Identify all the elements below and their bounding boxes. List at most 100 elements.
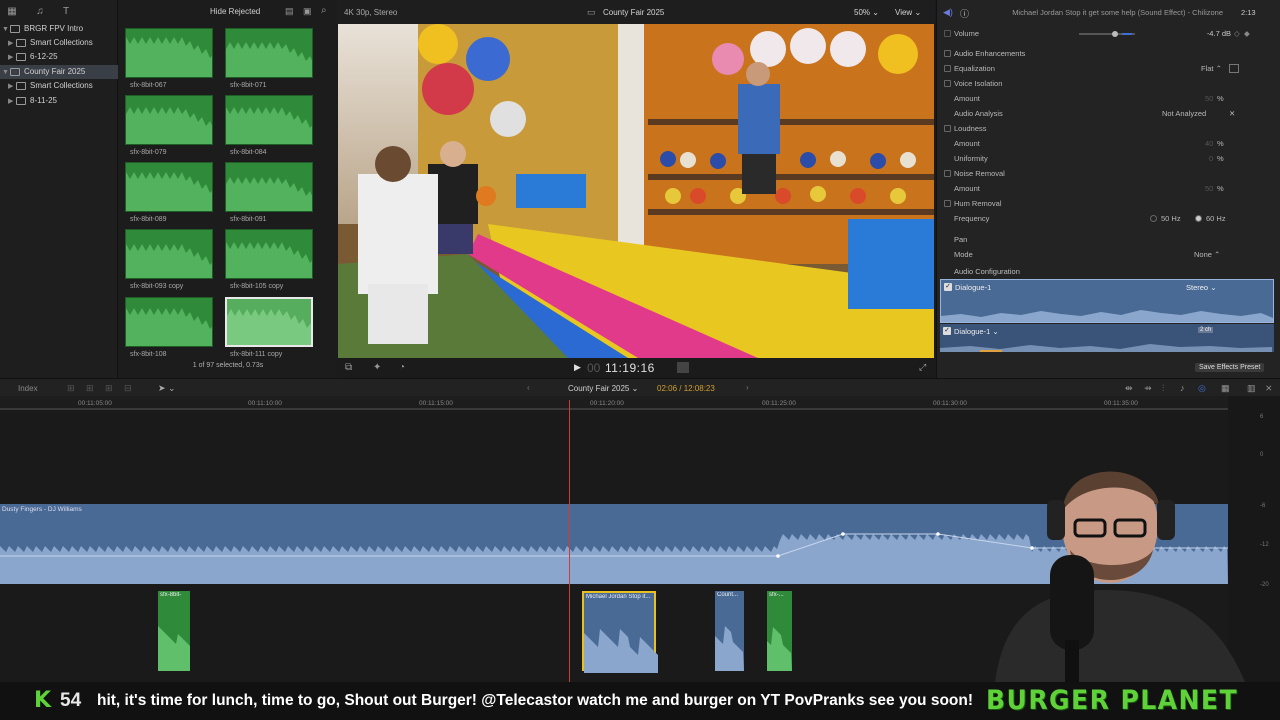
channel-format-dropdown[interactable]: Stereo ⌄ (1186, 283, 1216, 292)
uniformity-value[interactable]: 0 (1209, 151, 1213, 166)
audio-analysis-label: Audio Analysis (954, 109, 1003, 118)
eq-graph-icon[interactable] (1229, 64, 1239, 73)
clip-appearance-icon[interactable]: ▦ (1221, 383, 1230, 394)
info-icon[interactable]: ⓘ (960, 7, 969, 20)
playhead[interactable] (569, 400, 570, 682)
channel-2-checkbox[interactable]: ✓ (943, 327, 951, 335)
clip-waveform (226, 177, 312, 211)
effects-browser-icon[interactable]: ⨯ (1265, 383, 1273, 394)
channel-2-dropdown[interactable]: Dialogue-1 ⌄ (954, 327, 999, 336)
voice-isolation-amount[interactable]: 50 (1205, 91, 1213, 106)
speed-icon[interactable]: ◔ (399, 362, 405, 373)
channel-1-label: Dialogue-1 (955, 283, 992, 292)
browser-clip-label: sfx-8bit-111 copy (230, 351, 283, 358)
insert-clip-icon[interactable]: ⊞ (86, 383, 94, 394)
equalization-dropdown[interactable]: Flat ⌃ (1201, 61, 1222, 76)
event-icon (16, 96, 26, 105)
filmstrip-view-icon[interactable]: ▤ (285, 6, 294, 17)
clip-height-icon[interactable]: ⇹ (1125, 383, 1133, 394)
library-item-smart-collections[interactable]: ▶ Smart Collections (0, 36, 118, 50)
hide-rejected-filter[interactable]: Hide Rejected (210, 7, 260, 16)
loudness-amount[interactable]: 40 (1205, 136, 1213, 151)
sfx-timeline-clip[interactable]: sfx-... (767, 591, 792, 671)
skimming-icon[interactable]: ⫶ (1162, 383, 1164, 394)
library-item-event[interactable]: ▶ 8-11-25 (0, 94, 118, 108)
enhancements-checkbox[interactable] (944, 50, 951, 57)
kick-logo: K (34, 688, 52, 713)
fullscreen-icon[interactable]: ⤢ (919, 362, 926, 373)
solo-icon[interactable]: ◎ (1198, 383, 1206, 394)
sfx-timeline-clip[interactable]: Michael Jordan Stop it... (582, 591, 658, 673)
noise-removal-amount[interactable]: 50 (1205, 181, 1213, 196)
zoom-dropdown[interactable]: 50% ⌄ (854, 8, 879, 17)
viewer-count: 54 (60, 690, 82, 711)
play-button[interactable]: ▶ (574, 362, 581, 373)
amount-label: Amount (954, 139, 980, 148)
library-item-brgr[interactable]: ▼ BRGR FPV Intro (0, 22, 118, 36)
channel-1-checkbox[interactable]: ✓ (944, 283, 952, 291)
voice-isolation-checkbox[interactable] (944, 80, 951, 87)
freq-50-radio[interactable] (1150, 215, 1157, 222)
equalization-checkbox[interactable] (944, 65, 951, 72)
append-clip-icon[interactable]: ⊞ (105, 383, 113, 394)
hum-removal-checkbox[interactable] (944, 200, 951, 207)
percent-sign: % (1217, 139, 1224, 148)
freq-60-radio[interactable] (1195, 215, 1202, 222)
audio-config-label: Audio Configuration (954, 267, 1020, 276)
browser-clip-thumbnail[interactable] (225, 95, 313, 145)
browser-clip-thumbnail[interactable] (125, 95, 213, 145)
channel-strip-1[interactable]: ✓ Dialogue-1 Stereo ⌄ (940, 279, 1274, 323)
browser-clip-thumbnail[interactable] (225, 297, 313, 347)
select-tool-icon[interactable]: ➤ ⌄ (158, 383, 176, 394)
browser-clip-thumbnail[interactable] (125, 162, 213, 212)
audio-meters-icon[interactable]: ▥ (1247, 383, 1256, 394)
timeline-ruler[interactable]: 00:11:05:00 00:11:10:00 00:11:15:00 00:11:2… (0, 396, 1228, 410)
volume-checkbox[interactable] (944, 30, 951, 37)
browser-clip-thumbnail[interactable] (125, 28, 213, 78)
index-button[interactable]: Index (18, 384, 38, 393)
pan-mode-dropdown[interactable]: None ⌃ (1194, 247, 1220, 262)
back-arrow-icon[interactable]: ‹ (527, 383, 530, 392)
timeline-project-title[interactable]: County Fair 2025 ⌄ (568, 384, 638, 393)
loudness-checkbox[interactable] (944, 125, 951, 132)
browser-clip-label: sfx-8bit-105 copy (230, 283, 284, 290)
audio-inspector-icon[interactable]: ◀) (943, 7, 953, 18)
sfx-timeline-clip[interactable]: Count... (715, 591, 744, 671)
analyze-icon[interactable]: ✕ (1229, 106, 1235, 121)
connect-clip-icon[interactable]: ⊞ (67, 383, 75, 394)
sfx-timeline-clip[interactable]: sfx-8bit- (158, 591, 190, 671)
view-menu[interactable]: View ⌄ (895, 8, 921, 17)
hum-removal-row: Hum Removal (937, 196, 1280, 211)
keyframe-icon[interactable]: ◆ (1244, 26, 1250, 41)
forward-arrow-icon[interactable]: › (746, 383, 749, 392)
search-icon[interactable]: ⌕ (321, 5, 327, 16)
library-item-smart-collections[interactable]: ▶ Smart Collections (0, 79, 118, 93)
libraries-icon[interactable]: ▦ (6, 6, 18, 18)
reset-icon[interactable]: ◇ (1234, 26, 1240, 41)
timecode-display[interactable]: 11:19:16 (605, 361, 655, 375)
audio-skimming-icon[interactable]: ♪ (1180, 383, 1185, 393)
volume-slider-knob[interactable] (1112, 31, 1118, 37)
browser-clip-thumbnail[interactable] (225, 28, 313, 78)
viewer-frame[interactable] (338, 24, 934, 358)
transform-icon[interactable]: ⧉ (345, 362, 352, 373)
browser-clip-thumbnail[interactable] (225, 162, 313, 212)
library-item-county-fair[interactable]: ▼ County Fair 2025 (0, 65, 118, 79)
magic-wand-icon[interactable]: ✦ (373, 362, 381, 373)
volume-value[interactable]: -4.7 dB (1207, 26, 1231, 41)
sfx-clip-waveform (767, 627, 792, 671)
library-item-event[interactable]: ▶ 6-12-25 (0, 50, 118, 64)
channel-strip-2[interactable]: ✓ Dialogue-1 ⌄ 2 ch (940, 324, 1274, 352)
overwrite-clip-icon[interactable]: ⊟ (124, 383, 132, 394)
ruler-tick-label: 00:11:05:00 (78, 400, 112, 407)
browser-clip-thumbnail[interactable] (125, 297, 213, 347)
browser-clip-thumbnail[interactable] (225, 229, 313, 279)
library-icon (10, 67, 20, 76)
snapping-icon[interactable]: ⇸ (1144, 383, 1152, 394)
noise-removal-checkbox[interactable] (944, 170, 951, 177)
titles-generators-icon[interactable]: T (60, 6, 72, 18)
save-effects-preset-button[interactable]: Save Effects Preset (1195, 363, 1265, 372)
clip-appearance-icon[interactable]: ▣ (303, 6, 312, 17)
photos-audio-icon[interactable]: ♫ (34, 6, 46, 18)
browser-clip-thumbnail[interactable] (125, 229, 213, 279)
